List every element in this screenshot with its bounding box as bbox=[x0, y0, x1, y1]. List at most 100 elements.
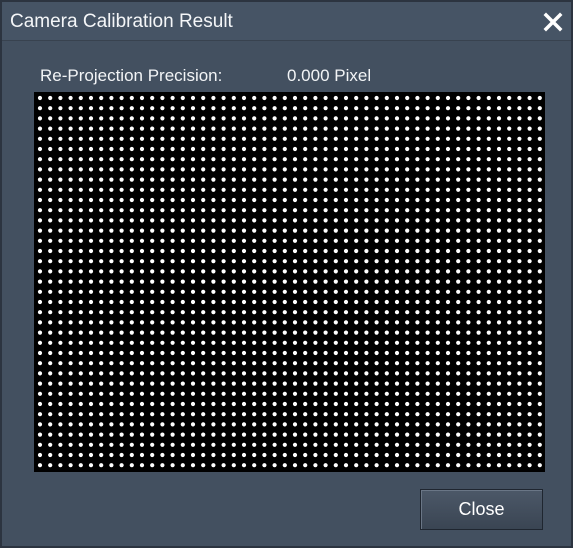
calibration-dot bbox=[486, 279, 491, 284]
calibration-dot bbox=[129, 228, 134, 233]
calibration-dot bbox=[486, 197, 491, 203]
calibration-dot bbox=[190, 106, 196, 111]
calibration-dot bbox=[354, 412, 359, 417]
calibration-dot bbox=[119, 330, 124, 335]
calibration-dot bbox=[394, 381, 400, 386]
calibration-dot bbox=[221, 371, 226, 376]
calibration-dot bbox=[466, 463, 471, 468]
calibration-dot bbox=[241, 442, 247, 447]
calibration-dot bbox=[48, 361, 53, 366]
calibration-dot bbox=[527, 442, 532, 447]
calibration-dot bbox=[129, 167, 134, 172]
calibration-dot bbox=[68, 238, 73, 243]
calibration-dot bbox=[384, 177, 389, 182]
calibration-dot bbox=[517, 452, 522, 458]
calibration-dot bbox=[139, 157, 145, 162]
calibration-dot bbox=[262, 412, 267, 417]
calibration-dot bbox=[343, 350, 349, 356]
calibration-dot bbox=[537, 442, 542, 447]
calibration-dot bbox=[313, 208, 318, 213]
calibration-dot bbox=[48, 238, 53, 243]
calibration-dot bbox=[394, 218, 400, 223]
close-icon[interactable] bbox=[541, 10, 565, 34]
calibration-dot bbox=[119, 340, 124, 345]
calibration-dot bbox=[68, 412, 73, 417]
calibration-dot bbox=[129, 340, 134, 345]
calibration-dot bbox=[99, 187, 104, 192]
calibration-dot bbox=[88, 259, 94, 264]
calibration-dot bbox=[425, 452, 430, 458]
calibration-dot bbox=[58, 187, 63, 192]
calibration-dot bbox=[303, 361, 308, 366]
calibration-dot bbox=[476, 463, 481, 468]
calibration-dot bbox=[160, 452, 165, 458]
calibration-dot bbox=[405, 238, 410, 243]
calibration-dot bbox=[150, 95, 155, 101]
calibration-dot bbox=[303, 381, 308, 386]
calibration-dot bbox=[58, 208, 63, 213]
calibration-dot bbox=[405, 248, 410, 254]
calibration-dot bbox=[456, 320, 461, 325]
calibration-dot bbox=[303, 279, 308, 284]
calibration-dot bbox=[517, 289, 522, 294]
calibration-dot bbox=[88, 381, 94, 386]
calibration-dot bbox=[364, 228, 369, 233]
calibration-dot bbox=[303, 136, 308, 141]
calibration-dot bbox=[313, 136, 318, 141]
calibration-dot bbox=[384, 310, 389, 315]
calibration-dot bbox=[394, 310, 400, 315]
calibration-dot bbox=[231, 412, 236, 417]
title-bar[interactable]: Camera Calibration Result bbox=[2, 2, 571, 41]
calibration-dot bbox=[37, 218, 43, 223]
calibration-dot bbox=[323, 95, 328, 101]
calibration-dot bbox=[527, 432, 532, 437]
calibration-dot bbox=[323, 146, 328, 152]
calibration-dot bbox=[252, 279, 257, 284]
calibration-dot bbox=[48, 177, 53, 182]
calibration-dot bbox=[323, 259, 328, 264]
calibration-dot bbox=[313, 116, 318, 121]
calibration-dot bbox=[272, 136, 277, 141]
calibration-dot bbox=[333, 248, 338, 254]
calibration-dot bbox=[109, 106, 114, 111]
calibration-dot bbox=[415, 197, 420, 203]
calibration-dot bbox=[231, 218, 236, 223]
calibration-dot bbox=[221, 106, 226, 111]
calibration-dot bbox=[507, 320, 512, 325]
calibration-dot bbox=[456, 340, 461, 345]
calibration-dot bbox=[425, 157, 430, 162]
calibration-dot bbox=[323, 167, 328, 172]
calibration-dot bbox=[150, 442, 155, 447]
calibration-dot bbox=[496, 95, 502, 101]
calibration-dot bbox=[160, 95, 165, 101]
calibration-dot bbox=[435, 381, 440, 386]
calibration-dot bbox=[68, 442, 73, 447]
calibration-dot bbox=[252, 95, 257, 101]
calibration-dot bbox=[354, 330, 359, 335]
calibration-dot bbox=[262, 452, 267, 458]
calibration-dot bbox=[394, 228, 400, 233]
calibration-dot bbox=[68, 432, 73, 437]
calibration-dot bbox=[88, 412, 94, 417]
calibration-dot bbox=[109, 126, 114, 131]
calibration-dot bbox=[384, 452, 389, 458]
calibration-dot bbox=[88, 187, 94, 192]
calibration-dot bbox=[282, 228, 287, 233]
calibration-dot bbox=[272, 177, 277, 182]
calibration-dot bbox=[160, 126, 165, 131]
calibration-dot bbox=[109, 167, 114, 172]
calibration-dot bbox=[486, 259, 491, 264]
calibration-dot bbox=[486, 269, 491, 274]
calibration-dot bbox=[231, 177, 236, 182]
calibration-dot bbox=[58, 146, 63, 152]
calibration-dot bbox=[119, 401, 124, 407]
calibration-dot bbox=[476, 442, 481, 447]
calibration-dot bbox=[354, 106, 359, 111]
calibration-dot bbox=[374, 126, 379, 131]
calibration-dot bbox=[496, 157, 502, 162]
calibration-dot bbox=[496, 442, 502, 447]
calibration-dot bbox=[415, 381, 420, 386]
close-button[interactable]: Close bbox=[420, 489, 543, 530]
calibration-dot bbox=[394, 401, 400, 407]
calibration-dot bbox=[262, 269, 267, 274]
